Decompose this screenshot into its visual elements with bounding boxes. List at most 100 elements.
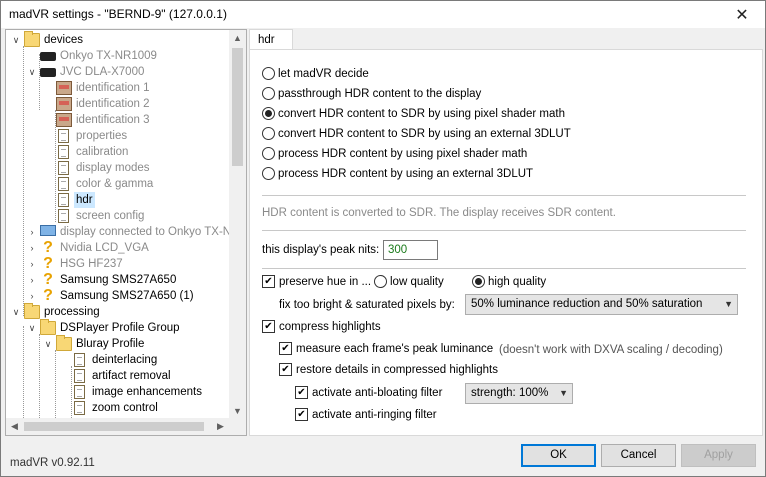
tree-item-label: Bluray Profile xyxy=(76,338,145,350)
question-icon: ? xyxy=(43,255,53,272)
checkbox-label: activate anti-bloating filter xyxy=(312,387,443,399)
chevron-down-icon[interactable]: ∨ xyxy=(42,336,54,352)
settings-window: madVR settings - "BERND-9" (127.0.0.1) ✕… xyxy=(0,0,766,477)
folder-icon xyxy=(24,31,40,47)
tab-hdr-label: hdr xyxy=(258,34,275,46)
question-icon: ? xyxy=(43,287,53,304)
measure-peak-note: (doesn't work with DXVA scaling / decodi… xyxy=(499,344,723,356)
question-icon: ? xyxy=(43,271,53,288)
radio-button[interactable] xyxy=(262,147,275,160)
tree-item-label: deinterlacing xyxy=(92,354,158,366)
page-icon xyxy=(74,353,85,367)
chevron-right-icon[interactable]: › xyxy=(26,288,38,304)
separator xyxy=(262,195,746,196)
tree-item-label: screen config xyxy=(76,210,145,222)
dropdown-value: strength: 100% xyxy=(471,387,549,399)
strength-dropdown[interactable]: strength: 100% ▼ xyxy=(465,383,573,404)
ok-button[interactable]: OK xyxy=(521,444,596,467)
tree-item-label: Onkyo TX-NR1009 xyxy=(60,50,157,62)
tree-item-label: properties xyxy=(76,130,128,142)
measure-peak-checkbox[interactable] xyxy=(279,342,292,355)
tree-item-label: display connected to Onkyo TX-N xyxy=(60,226,230,238)
anti-bloating-checkbox[interactable] xyxy=(295,386,308,399)
anti-ringing-checkbox[interactable] xyxy=(295,408,308,421)
chevron-right-icon[interactable]: › xyxy=(26,240,38,256)
page-icon xyxy=(58,193,69,207)
page-icon xyxy=(58,177,69,191)
restore-details-checkbox[interactable] xyxy=(279,363,292,376)
scroll-thumb[interactable] xyxy=(232,48,243,166)
cancel-button[interactable]: Cancel xyxy=(601,444,676,467)
device-icon xyxy=(40,68,56,77)
dropdown-value: 50% luminance reduction and 50% saturati… xyxy=(471,298,703,310)
tree-line xyxy=(55,350,56,420)
version-label: madVR v0.92.11 xyxy=(10,457,95,469)
checkbox-label: compress highlights xyxy=(279,321,381,333)
option-label: passthrough HDR content to the display xyxy=(278,88,482,100)
preserve-hue-checkbox[interactable] xyxy=(262,275,275,288)
peak-nits-input[interactable]: 300 xyxy=(383,240,438,260)
tree-line xyxy=(39,334,40,420)
page-icon xyxy=(58,209,69,223)
scroll-right-icon[interactable]: ▶ xyxy=(212,418,229,435)
close-icon[interactable]: ✕ xyxy=(719,1,765,28)
radio-button[interactable] xyxy=(374,275,387,288)
tree-item-label: display modes xyxy=(76,162,150,174)
chevron-down-icon[interactable]: ∨ xyxy=(10,304,22,320)
tree-item-label: DSPlayer Profile Group xyxy=(60,322,180,334)
scroll-left-icon[interactable]: ◀ xyxy=(6,418,23,435)
chevron-right-icon[interactable]: › xyxy=(26,224,38,240)
checkbox-label: measure each frame's peak luminance xyxy=(296,343,494,355)
tree-line xyxy=(23,326,24,420)
tree-item-label: color & gamma xyxy=(76,178,154,190)
tab-hdr[interactable]: hdr xyxy=(249,29,293,50)
chevron-down-icon[interactable]: ∨ xyxy=(26,320,38,336)
option-label: process HDR content by using an external… xyxy=(278,168,534,180)
question-icon: ? xyxy=(43,239,53,256)
apply-button[interactable]: Apply xyxy=(681,444,756,467)
tree-item-label: identification 3 xyxy=(76,114,150,126)
page-icon xyxy=(74,385,85,399)
folder-icon xyxy=(40,319,56,335)
tree-line xyxy=(39,54,40,110)
tree-horizontal-scrollbar[interactable]: ◀ ▶ xyxy=(6,418,246,435)
monitor-icon xyxy=(40,225,56,236)
checkbox-label: restore details in compressed highlights xyxy=(296,364,498,376)
scroll-up-icon[interactable]: ▲ xyxy=(229,30,246,47)
radio-button[interactable] xyxy=(262,127,275,140)
tree-item-label: processing xyxy=(44,306,100,318)
option-label: high quality xyxy=(488,276,547,288)
radio-button-selected[interactable] xyxy=(262,107,275,120)
compress-highlights-checkbox[interactable] xyxy=(262,320,275,333)
chevron-right-icon[interactable]: › xyxy=(26,256,38,272)
page-icon xyxy=(58,145,69,159)
checkbox-label: preserve hue in ... xyxy=(279,276,372,288)
identification-icon xyxy=(56,113,72,127)
tree-item-label: image enhancements xyxy=(92,386,202,398)
radio-button[interactable] xyxy=(262,67,275,80)
identification-icon xyxy=(56,97,72,111)
fix-bright-dropdown[interactable]: 50% luminance reduction and 50% saturati… xyxy=(465,294,738,315)
scroll-thumb-horizontal[interactable] xyxy=(24,422,204,431)
tree-item-label: artifact removal xyxy=(92,370,171,382)
tree-vertical-scrollbar[interactable]: ▲ ▼ xyxy=(229,30,246,420)
checkbox-label: activate anti-ringing filter xyxy=(312,409,437,421)
tree-item-label: HSG HF237 xyxy=(60,258,123,270)
option-label: convert HDR content to SDR by using an e… xyxy=(278,128,571,140)
tree-item-label: zoom control xyxy=(92,402,158,414)
radio-button[interactable] xyxy=(262,87,275,100)
chevron-right-icon[interactable]: › xyxy=(26,272,38,288)
tree-item-label: devices xyxy=(44,34,83,46)
folder-icon xyxy=(56,335,72,351)
radio-button-selected[interactable] xyxy=(472,275,485,288)
chevron-down-icon[interactable]: ∨ xyxy=(26,64,38,80)
window-title: madVR settings - "BERND-9" (127.0.0.1) xyxy=(9,7,227,21)
peak-nits-label: this display's peak nits: xyxy=(262,244,380,256)
chevron-down-icon[interactable]: ∨ xyxy=(10,32,22,48)
radio-button[interactable] xyxy=(262,167,275,180)
folder-icon xyxy=(24,303,40,319)
separator xyxy=(262,268,746,269)
settings-tree[interactable]: ∨ devices Onkyo TX-NR1009 ∨ JVC DLA-X7000 ide… xyxy=(5,29,247,436)
title-bar: madVR settings - "BERND-9" (127.0.0.1) ✕ xyxy=(1,1,765,28)
page-icon xyxy=(58,129,69,143)
